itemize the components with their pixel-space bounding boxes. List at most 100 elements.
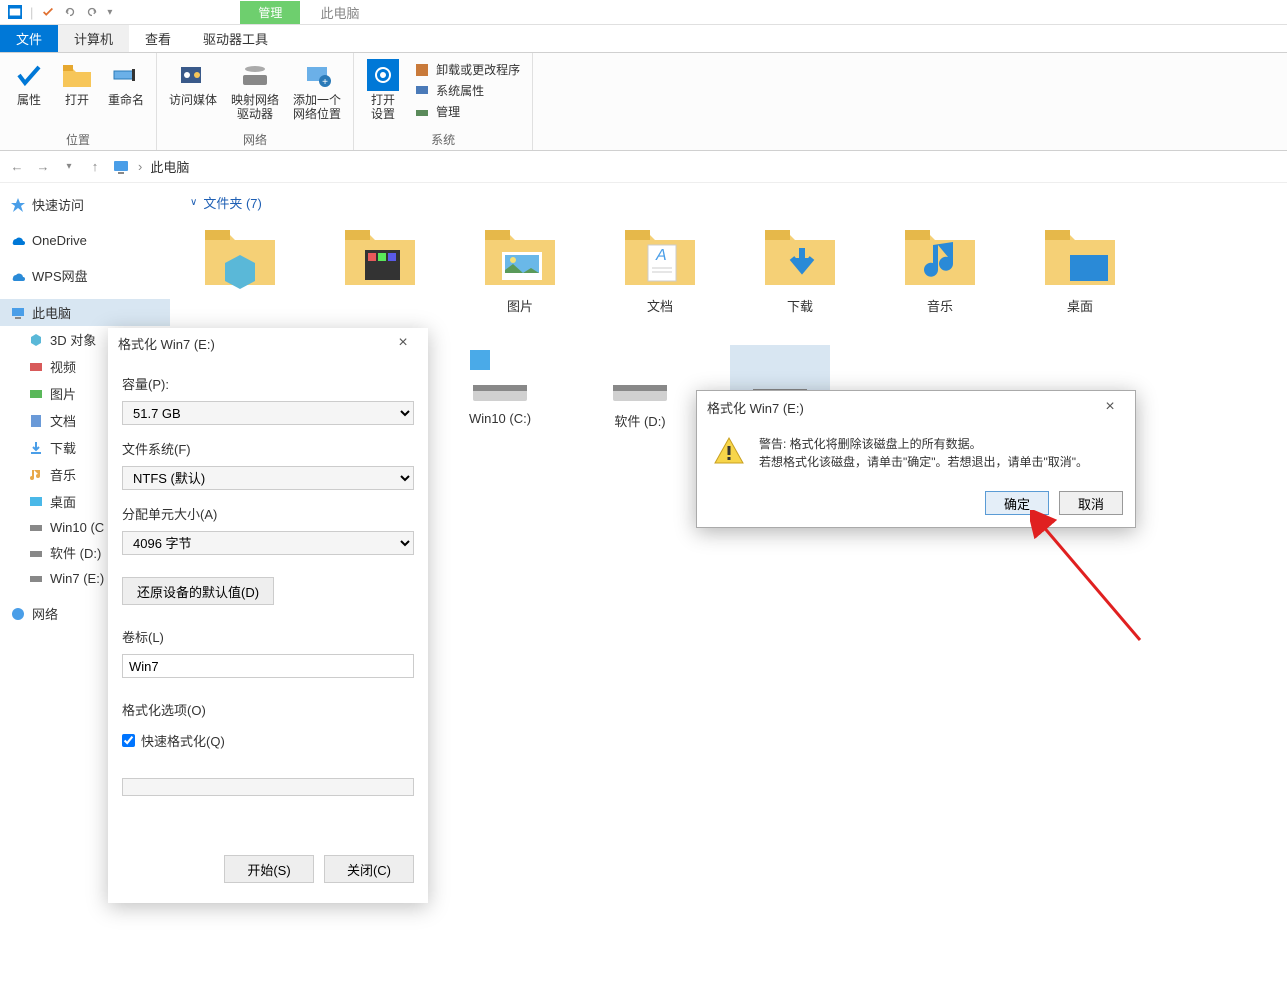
- drive-icon: [239, 59, 271, 91]
- this-pc-icon: [10, 305, 26, 321]
- system-properties-button[interactable]: 系统属性: [414, 82, 520, 99]
- up-button[interactable]: ↑: [86, 159, 104, 174]
- access-media-button[interactable]: 访问媒体: [165, 57, 221, 124]
- tab-drive-tools[interactable]: 驱动器工具: [187, 25, 284, 52]
- format-progress-bar: [122, 778, 414, 796]
- ribbon-tabs: 文件 计算机 查看 驱动器工具: [0, 25, 1287, 53]
- window-title: 此电脑: [320, 3, 359, 22]
- rename-button[interactable]: 重命名: [104, 57, 148, 109]
- warning-dialog-title: 格式化 Win7 (E:): [707, 398, 804, 417]
- ribbon-group-system: 打开 设置 卸载或更改程序 系统属性 管理 系统: [354, 53, 533, 150]
- warning-icon: [713, 435, 745, 467]
- open-button[interactable]: 打开: [56, 57, 98, 109]
- drive-icon: [28, 519, 44, 535]
- folder-icon: [61, 59, 93, 91]
- context-tab-manage[interactable]: 管理: [240, 1, 300, 24]
- documents-icon: [28, 413, 44, 429]
- folder-pictures-icon: [480, 220, 560, 290]
- back-button[interactable]: ←: [8, 159, 26, 174]
- open-settings-button[interactable]: 打开 设置: [362, 57, 404, 124]
- folder-3d-icon: [200, 220, 280, 290]
- programs-icon: [414, 62, 430, 78]
- drive-win10c[interactable]: Win10 (C:): [450, 345, 550, 434]
- folder-documents[interactable]: A 文档: [610, 220, 710, 315]
- quick-format-label: 快速格式化(Q): [141, 731, 225, 750]
- sidebar-wps[interactable]: WPS网盘: [0, 262, 170, 289]
- chevron-down-icon: ∨: [190, 197, 197, 208]
- capacity-select[interactable]: 51.7 GB: [122, 401, 414, 425]
- manage-icon: [414, 104, 430, 120]
- close-button[interactable]: ×: [1095, 398, 1125, 416]
- checkmark-icon[interactable]: [41, 5, 55, 19]
- folder-3d-objects[interactable]: [190, 220, 290, 315]
- divider: |: [30, 5, 33, 20]
- this-pc-icon: [112, 158, 130, 176]
- checkmark-icon: [13, 59, 45, 91]
- ok-button[interactable]: 确定: [985, 491, 1049, 515]
- quick-format-checkbox[interactable]: [122, 734, 135, 747]
- breadcrumb[interactable]: 此电脑: [150, 157, 189, 176]
- restore-defaults-button[interactable]: 还原设备的默认值(D): [122, 577, 274, 605]
- quick-access-toolbar: | ▾: [0, 5, 120, 20]
- format-dialog-title: 格式化 Win7 (E:): [118, 334, 215, 353]
- cube-icon: [28, 332, 44, 348]
- close-button[interactable]: ×: [388, 334, 418, 352]
- warning-dialog-titlebar[interactable]: 格式化 Win7 (E:) ×: [697, 391, 1135, 423]
- manage-button[interactable]: 管理: [414, 103, 520, 120]
- app-icon: [8, 5, 22, 19]
- sidebar-quick-access[interactable]: 快速访问: [0, 191, 170, 218]
- volume-label-input[interactable]: [122, 654, 414, 678]
- cancel-button[interactable]: 取消: [1059, 491, 1123, 515]
- format-dialog: 格式化 Win7 (E:) × 容量(P): 51.7 GB 文件系统(F) N…: [108, 328, 428, 903]
- tab-computer[interactable]: 计算机: [58, 25, 129, 52]
- format-dialog-titlebar[interactable]: 格式化 Win7 (E:) ×: [108, 328, 428, 358]
- tab-view[interactable]: 查看: [129, 25, 187, 52]
- properties-button[interactable]: 属性: [8, 57, 50, 109]
- breadcrumb-separator: ›: [138, 159, 142, 174]
- folder-desktop[interactable]: 桌面: [1030, 220, 1130, 315]
- drive-icon: [28, 570, 44, 586]
- folder-downloads[interactable]: 下载: [750, 220, 850, 315]
- pictures-icon: [28, 386, 44, 402]
- onedrive-icon: [10, 232, 26, 248]
- undo-icon[interactable]: [63, 5, 77, 19]
- filesystem-select[interactable]: NTFS (默认): [122, 466, 414, 490]
- alloc-label: 分配单元大小(A): [122, 504, 414, 523]
- ribbon-group-network: 访问媒体 映射网络 驱动器 + 添加一个 网络位置 网络: [157, 53, 354, 150]
- folder-pictures[interactable]: 图片: [470, 220, 570, 315]
- redo-icon[interactable]: [85, 5, 99, 19]
- start-button[interactable]: 开始(S): [224, 855, 314, 883]
- map-drive-button[interactable]: 映射网络 驱动器: [227, 57, 283, 124]
- volume-label-label: 卷标(L): [122, 627, 414, 646]
- alloc-select[interactable]: 4096 字节: [122, 531, 414, 555]
- qat-dropdown-icon[interactable]: ▾: [107, 7, 112, 18]
- music-icon: [28, 467, 44, 483]
- folder-music-icon: [900, 220, 980, 290]
- close-button[interactable]: 关闭(C): [324, 855, 414, 883]
- sidebar-this-pc[interactable]: 此电脑: [0, 299, 170, 326]
- media-icon: [177, 59, 209, 91]
- drive-icon: [465, 345, 535, 405]
- folder-videos-icon: [340, 220, 420, 290]
- drive-softd[interactable]: 软件 (D:): [590, 345, 690, 434]
- filesystem-label: 文件系统(F): [122, 439, 414, 458]
- add-network-location-button[interactable]: + 添加一个 网络位置: [289, 57, 345, 124]
- warning-dialog: 格式化 Win7 (E:) × 警告: 格式化将删除该磁盘上的所有数据。 若想格…: [696, 390, 1136, 528]
- uninstall-programs-button[interactable]: 卸载或更改程序: [414, 61, 520, 78]
- ribbon-group-location: 属性 打开 重命名 位置: [0, 53, 157, 150]
- wps-cloud-icon: [10, 268, 26, 284]
- svg-text:+: +: [322, 77, 328, 88]
- drive-icon: [28, 545, 44, 561]
- folder-music[interactable]: 音乐: [890, 220, 990, 315]
- folder-desktop-icon: [1040, 220, 1120, 290]
- history-dropdown[interactable]: ▾: [60, 161, 78, 172]
- downloads-icon: [28, 440, 44, 456]
- desktop-icon: [28, 494, 44, 510]
- network-icon: [10, 606, 26, 622]
- sidebar-onedrive[interactable]: OneDrive: [0, 228, 170, 252]
- monitor-icon: [414, 83, 430, 99]
- tab-file[interactable]: 文件: [0, 25, 58, 52]
- folders-section-header[interactable]: ∨ 文件夹 (7): [190, 193, 1267, 212]
- forward-button[interactable]: →: [34, 159, 52, 174]
- folder-videos[interactable]: [330, 220, 430, 315]
